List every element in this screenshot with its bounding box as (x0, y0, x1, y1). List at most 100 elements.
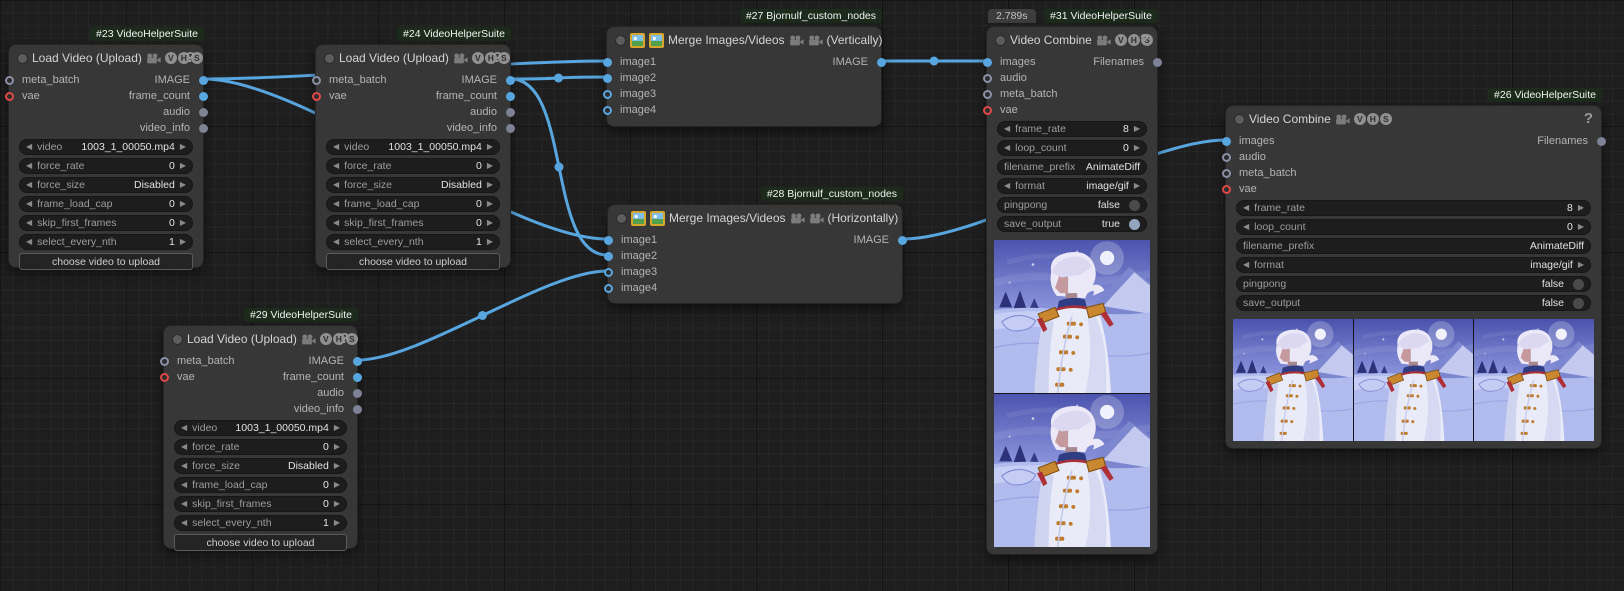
input-port-image2[interactable] (604, 252, 613, 261)
widget-skip_first_frames[interactable]: ◀skip_first_frames0▶ (174, 496, 347, 512)
collapse-dot-icon[interactable] (995, 35, 1006, 46)
widget-save_output[interactable]: save_outputtrue (997, 216, 1147, 232)
widget-button-choose-video-to-upload[interactable]: choose video to upload (19, 253, 193, 270)
output-port-audio[interactable] (506, 108, 515, 117)
node-29-load-video[interactable]: Load Video (Upload)VHS?meta_batchIMAGEva… (163, 325, 358, 549)
left-arrow-icon[interactable]: ◀ (26, 158, 32, 174)
output-port-IMAGE[interactable] (353, 357, 362, 366)
output-port-video_info[interactable] (506, 124, 515, 133)
widget-frame_load_cap[interactable]: ◀frame_load_cap0▶ (19, 196, 193, 212)
right-arrow-icon[interactable]: ▶ (1578, 200, 1584, 216)
left-arrow-icon[interactable]: ◀ (181, 496, 187, 512)
widget-video[interactable]: ◀video1003_1_00050.mp4▶ (326, 139, 500, 155)
widget-frame_load_cap[interactable]: ◀frame_load_cap0▶ (174, 477, 347, 493)
help-icon[interactable]: ? (1584, 110, 1593, 127)
widget-force_size[interactable]: ◀force_sizeDisabled▶ (19, 177, 193, 193)
node-27-merge[interactable]: Merge Images/Videos(Vertically)image1IMA… (606, 26, 882, 127)
input-port-image3[interactable] (604, 268, 613, 277)
widget-skip_first_frames[interactable]: ◀skip_first_frames0▶ (326, 215, 500, 231)
left-arrow-icon[interactable]: ◀ (26, 139, 32, 155)
widget-force_size[interactable]: ◀force_sizeDisabled▶ (174, 458, 347, 474)
input-port-vae[interactable] (160, 373, 169, 382)
widget-select_every_nth[interactable]: ◀select_every_nth1▶ (19, 234, 193, 250)
help-icon[interactable]: ? (493, 49, 502, 66)
node-24-load-video[interactable]: Load Video (Upload)VHS?meta_batchIMAGEva… (315, 44, 511, 268)
collapse-dot-icon[interactable] (172, 334, 183, 345)
widget-force_size[interactable]: ◀force_sizeDisabled▶ (326, 177, 500, 193)
widget-button-choose-video-to-upload[interactable]: choose video to upload (174, 534, 347, 551)
widget-loop_count[interactable]: ◀loop_count0▶ (1236, 219, 1591, 235)
link-midpoint-dot[interactable] (930, 57, 939, 66)
left-arrow-icon[interactable]: ◀ (333, 177, 339, 193)
right-arrow-icon[interactable]: ▶ (487, 234, 493, 250)
right-arrow-icon[interactable]: ▶ (180, 177, 186, 193)
right-arrow-icon[interactable]: ▶ (1134, 140, 1140, 156)
widget-format[interactable]: ◀formatimage/gif▶ (1236, 257, 1591, 273)
output-port-frame_count[interactable] (199, 92, 208, 101)
widget-select_every_nth[interactable]: ◀select_every_nth1▶ (326, 234, 500, 250)
link-midpoint-dot[interactable] (554, 74, 563, 83)
right-arrow-icon[interactable]: ▶ (180, 215, 186, 231)
right-arrow-icon[interactable]: ▶ (334, 477, 340, 493)
left-arrow-icon[interactable]: ◀ (26, 196, 32, 212)
left-arrow-icon[interactable]: ◀ (333, 215, 339, 231)
output-port-audio[interactable] (199, 108, 208, 117)
right-arrow-icon[interactable]: ▶ (1578, 219, 1584, 235)
widget-loop_count[interactable]: ◀loop_count0▶ (997, 140, 1147, 156)
right-arrow-icon[interactable]: ▶ (1134, 178, 1140, 194)
left-arrow-icon[interactable]: ◀ (333, 139, 339, 155)
widget-button-choose-video-to-upload[interactable]: choose video to upload (326, 253, 500, 270)
help-icon[interactable]: ? (186, 49, 195, 66)
collapse-dot-icon[interactable] (1234, 114, 1245, 125)
left-arrow-icon[interactable]: ◀ (181, 477, 187, 493)
left-arrow-icon[interactable]: ◀ (333, 234, 339, 250)
widget-save_output[interactable]: save_outputfalse (1236, 295, 1591, 311)
left-arrow-icon[interactable]: ◀ (1243, 257, 1249, 273)
left-arrow-icon[interactable]: ◀ (181, 515, 187, 531)
widget-frame_rate[interactable]: ◀frame_rate8▶ (997, 121, 1147, 137)
widget-filename_prefix[interactable]: filename_prefixAnimateDiff (997, 159, 1147, 175)
input-port-meta_batch[interactable] (1222, 169, 1231, 178)
right-arrow-icon[interactable]: ▶ (334, 458, 340, 474)
right-arrow-icon[interactable]: ▶ (334, 439, 340, 455)
input-port-vae[interactable] (1222, 185, 1231, 194)
toggle-pingpong[interactable] (1573, 279, 1584, 290)
right-arrow-icon[interactable]: ▶ (180, 234, 186, 250)
right-arrow-icon[interactable]: ▶ (487, 139, 493, 155)
collapse-dot-icon[interactable] (324, 53, 335, 64)
widget-force_rate[interactable]: ◀force_rate0▶ (19, 158, 193, 174)
input-port-vae[interactable] (312, 92, 321, 101)
right-arrow-icon[interactable]: ▶ (487, 177, 493, 193)
input-port-meta_batch[interactable] (312, 76, 321, 85)
left-arrow-icon[interactable]: ◀ (1243, 219, 1249, 235)
input-port-image3[interactable] (603, 90, 612, 99)
input-port-audio[interactable] (983, 74, 992, 83)
output-port-Filenames[interactable] (1153, 58, 1162, 67)
widget-force_rate[interactable]: ◀force_rate0▶ (326, 158, 500, 174)
node-31-video-combine[interactable]: Video CombineVHS?imagesFilenamesaudiomet… (986, 26, 1158, 555)
output-port-IMAGE[interactable] (898, 236, 907, 245)
toggle-save_output[interactable] (1129, 219, 1140, 230)
node-graph-canvas[interactable]: #23 VideoHelperSuiteLoad Video (Upload)V… (0, 0, 1624, 591)
left-arrow-icon[interactable]: ◀ (26, 234, 32, 250)
widget-pingpong[interactable]: pingpongfalse (1236, 276, 1591, 292)
left-arrow-icon[interactable]: ◀ (1004, 121, 1010, 137)
output-port-frame_count[interactable] (353, 373, 362, 382)
right-arrow-icon[interactable]: ▶ (1134, 121, 1140, 137)
left-arrow-icon[interactable]: ◀ (333, 158, 339, 174)
input-port-meta_batch[interactable] (5, 76, 14, 85)
input-port-meta_batch[interactable] (983, 90, 992, 99)
right-arrow-icon[interactable]: ▶ (334, 496, 340, 512)
output-port-video_info[interactable] (199, 124, 208, 133)
left-arrow-icon[interactable]: ◀ (1004, 140, 1010, 156)
link-midpoint-dot[interactable] (478, 311, 487, 320)
widget-video[interactable]: ◀video1003_1_00050.mp4▶ (174, 420, 347, 436)
input-port-vae[interactable] (5, 92, 14, 101)
left-arrow-icon[interactable]: ◀ (333, 196, 339, 212)
left-arrow-icon[interactable]: ◀ (181, 458, 187, 474)
right-arrow-icon[interactable]: ▶ (487, 196, 493, 212)
input-port-image4[interactable] (604, 284, 613, 293)
node-26-video-combine[interactable]: Video CombineVHS?imagesFilenamesaudiomet… (1225, 105, 1602, 449)
help-icon[interactable]: ? (340, 330, 349, 347)
node-23-load-video[interactable]: Load Video (Upload)VHS?meta_batchIMAGEva… (8, 44, 204, 268)
